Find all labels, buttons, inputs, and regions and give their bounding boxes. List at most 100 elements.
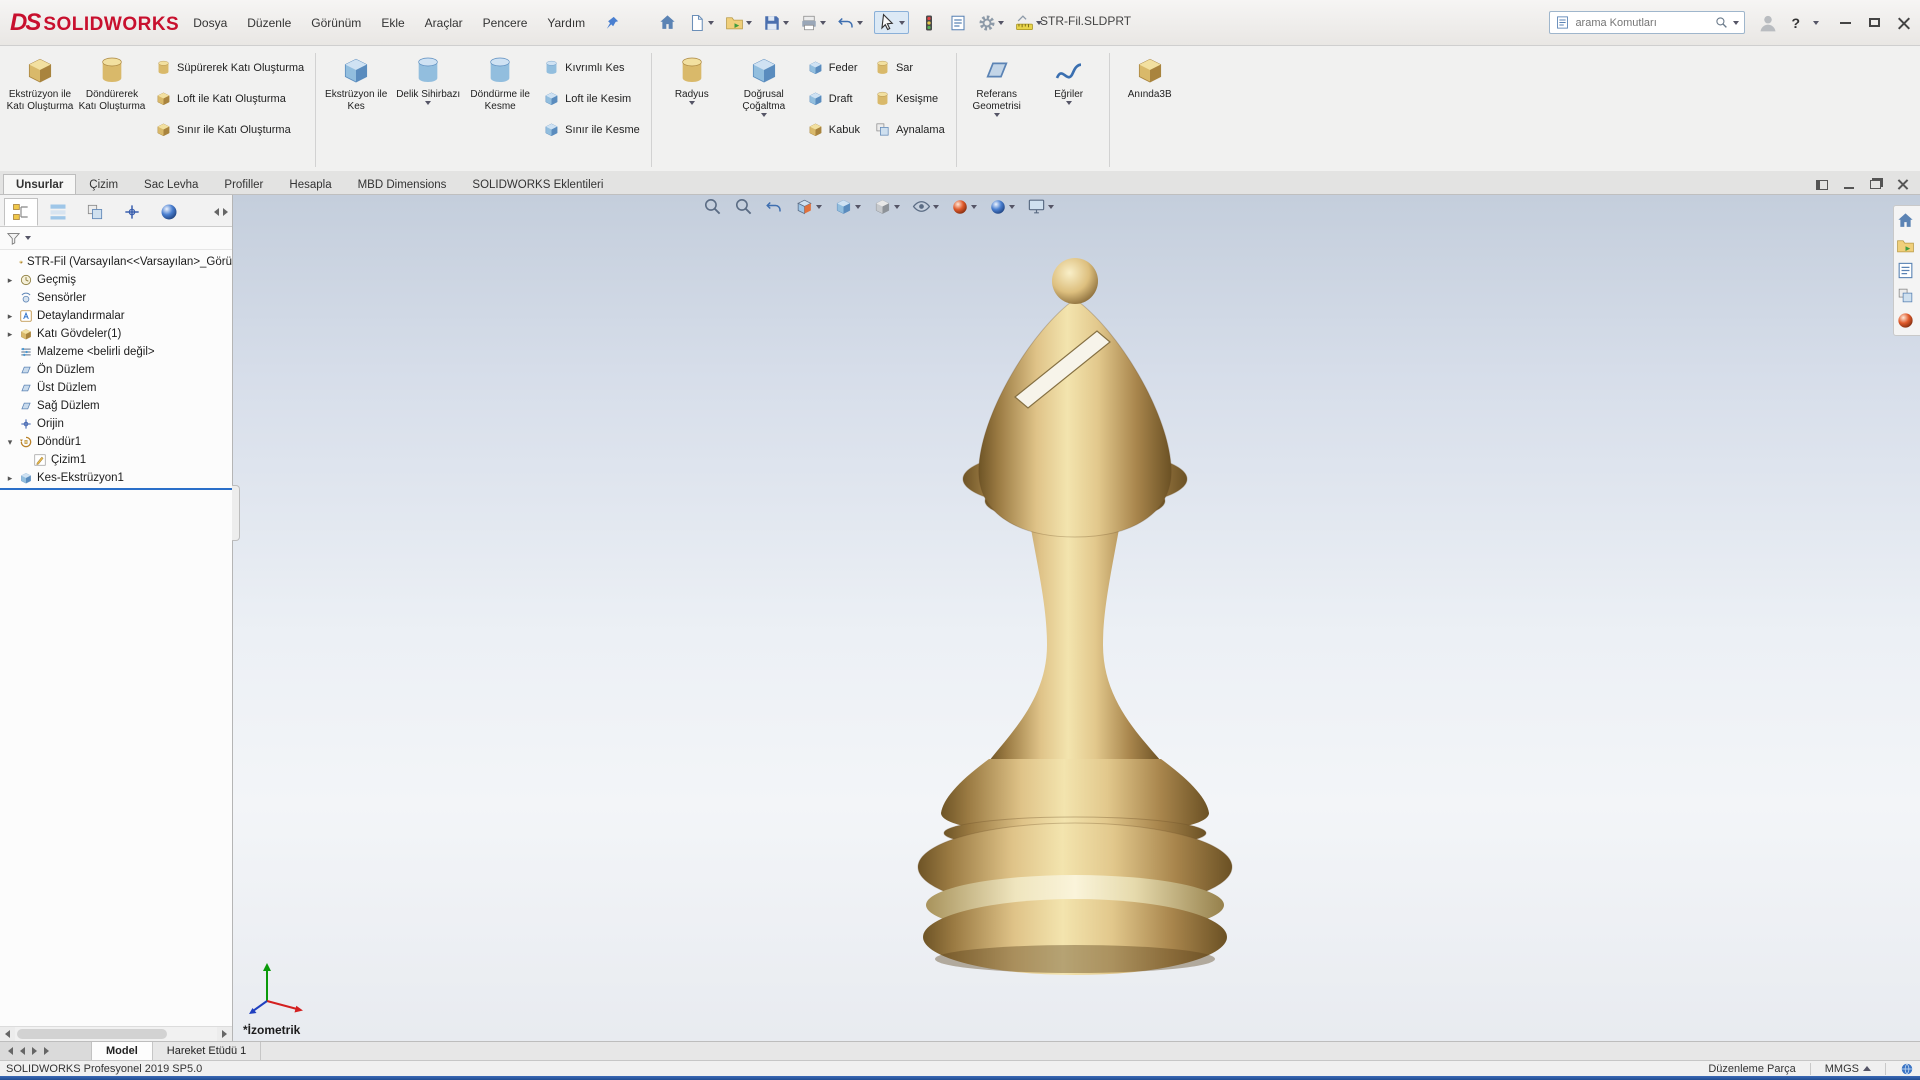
- expand-arrow-icon[interactable]: ▸: [5, 311, 15, 322]
- curves-button[interactable]: Eğriler: [1033, 49, 1105, 171]
- mirror-button[interactable]: Aynalama: [867, 114, 952, 145]
- menu-gorunum[interactable]: Görünüm: [311, 16, 361, 30]
- zoom-to-area-button[interactable]: [734, 197, 753, 216]
- tree-root-item[interactable]: STR-Fil (Varsayılan<<Varsayılan>_Görü: [0, 253, 232, 271]
- filter-funnel-icon[interactable]: [6, 231, 21, 246]
- lofted-cut-button[interactable]: Loft ile Kesim: [536, 83, 647, 114]
- expand-arrow-icon[interactable]: ▸: [5, 473, 15, 484]
- previous-tab-icon[interactable]: [20, 1047, 25, 1055]
- menu-duzenle[interactable]: Düzenle: [247, 16, 291, 30]
- minimize-document-button[interactable]: [1844, 186, 1854, 189]
- tab-sac-levha[interactable]: Sac Levha: [131, 174, 211, 194]
- save-button[interactable]: [763, 14, 790, 32]
- menu-yardim[interactable]: Yardım: [547, 16, 585, 30]
- maximize-window-button[interactable]: [1869, 18, 1880, 27]
- model-tab[interactable]: Model: [92, 1042, 153, 1060]
- tab-scroll-left-icon[interactable]: [214, 207, 219, 216]
- help-button[interactable]: ?: [1791, 15, 1800, 31]
- extruded-boss-button[interactable]: Ekstrüzyon ile Katı Oluşturma: [4, 49, 76, 171]
- expand-arrow-icon[interactable]: ▸: [5, 329, 15, 340]
- propertymanager-tab[interactable]: [41, 198, 75, 226]
- apply-scene-button[interactable]: [989, 198, 1015, 216]
- units-selector[interactable]: MMGS: [1825, 1063, 1871, 1075]
- home-button[interactable]: [658, 13, 677, 32]
- swept-boss-button[interactable]: Süpürerek Katı Oluşturma: [148, 52, 311, 83]
- close-window-button[interactable]: [1898, 17, 1910, 29]
- help-caret-icon[interactable]: [1813, 20, 1819, 25]
- file-explorer-icon[interactable]: [1896, 261, 1915, 280]
- revolved-cut-button[interactable]: Döndürme ile Kesme: [464, 49, 536, 171]
- graphics-viewport[interactable]: *İzometrik: [233, 195, 1920, 1041]
- tree-item-cut-extrude1[interactable]: ▸ Kes-Ekstrüzyon1: [0, 469, 232, 487]
- restore-document-button[interactable]: [1870, 180, 1881, 189]
- panel-splitter-handle[interactable]: [232, 485, 240, 541]
- extruded-cut-button[interactable]: Ekstrüzyon ile Kes: [320, 49, 392, 171]
- filter-caret-icon[interactable]: [25, 236, 31, 240]
- view-orientation-button[interactable]: [834, 197, 861, 216]
- motion-study-tab[interactable]: Hareket Etüdü 1: [153, 1042, 262, 1060]
- resources-home-icon[interactable]: [1896, 211, 1915, 230]
- tree-horizontal-scrollbar[interactable]: [0, 1026, 232, 1041]
- expand-arrow-icon[interactable]: ▸: [5, 275, 15, 286]
- hole-wizard-button[interactable]: Delik Sihirbazı: [392, 49, 464, 171]
- tree-item-solid-bodies[interactable]: ▸ Katı Gövdeler(1): [0, 325, 232, 343]
- display-style-button[interactable]: [873, 197, 900, 216]
- fillet-button[interactable]: Radyus: [656, 49, 728, 171]
- dock-panel-icon[interactable]: [1816, 179, 1828, 190]
- menu-pencere[interactable]: Pencere: [483, 16, 528, 30]
- search-icon[interactable]: [1715, 16, 1728, 29]
- tree-item-sketch1[interactable]: Çizim1: [0, 451, 232, 469]
- close-document-button[interactable]: [1897, 179, 1908, 190]
- scrollbar-thumb[interactable]: [17, 1029, 167, 1039]
- search-input[interactable]: [1575, 16, 1711, 29]
- hide-show-items-button[interactable]: [912, 197, 939, 216]
- tree-item-revolve1[interactable]: ▾ Döndür1: [0, 433, 232, 451]
- tree-item-sensors[interactable]: Sensörler: [0, 289, 232, 307]
- scroll-right-button[interactable]: [217, 1027, 232, 1041]
- command-search-box[interactable]: [1549, 11, 1746, 34]
- measure-button[interactable]: [1015, 13, 1043, 32]
- tree-item-annotations[interactable]: ▸ Detaylandırmalar: [0, 307, 232, 325]
- tab-profiller[interactable]: Profiller: [211, 174, 276, 194]
- options-button[interactable]: [978, 14, 1005, 32]
- appearances-scenes-icon[interactable]: [1896, 311, 1915, 330]
- tab-mbd-dimensions[interactable]: MBD Dimensions: [345, 174, 460, 194]
- displaymanager-tab[interactable]: [152, 198, 186, 226]
- globe-status-icon[interactable]: [1900, 1062, 1914, 1076]
- tab-unsurlar[interactable]: Unsurlar: [3, 174, 77, 194]
- intersect-button[interactable]: Kesişme: [867, 83, 952, 114]
- tab-solidworks-eklentileri[interactable]: SOLIDWORKS Eklentileri: [459, 174, 616, 194]
- tree-item-material[interactable]: Malzeme <belirli değil>: [0, 343, 232, 361]
- dimxpertmanager-tab[interactable]: [115, 198, 149, 226]
- previous-view-button[interactable]: [765, 198, 783, 216]
- tree-item-top-plane[interactable]: Üst Düzlem: [0, 379, 232, 397]
- last-tab-icon[interactable]: [44, 1047, 49, 1055]
- reference-geometry-button[interactable]: Referans Geometrisi: [961, 49, 1033, 171]
- expand-arrow-icon[interactable]: ▾: [5, 437, 15, 448]
- tree-item-front-plane[interactable]: Ön Düzlem: [0, 361, 232, 379]
- scroll-left-button[interactable]: [0, 1027, 15, 1041]
- swept-cut-button[interactable]: Kıvrımlı Kes: [536, 52, 647, 83]
- view-settings-button[interactable]: [1027, 197, 1054, 216]
- zoom-to-fit-button[interactable]: [703, 197, 722, 216]
- chess-bishop-model[interactable]: [903, 253, 1251, 1005]
- wrap-button[interactable]: Sar: [867, 52, 952, 83]
- print-button[interactable]: [800, 14, 827, 32]
- search-dropdown-caret-icon[interactable]: [1733, 20, 1740, 25]
- design-library-icon[interactable]: [1896, 236, 1915, 255]
- section-view-button[interactable]: [795, 197, 822, 216]
- boundary-boss-button[interactable]: Sınır ile Katı Oluşturma: [148, 114, 311, 145]
- view-palette-icon[interactable]: [1896, 286, 1915, 305]
- tree-item-origin[interactable]: Orijin: [0, 415, 232, 433]
- menu-araclar[interactable]: Araçlar: [425, 16, 463, 30]
- pin-menu-icon[interactable]: [605, 15, 620, 30]
- instant3d-button[interactable]: Anında3B: [1114, 49, 1186, 171]
- menu-ekle[interactable]: Ekle: [381, 16, 404, 30]
- edit-appearance-button[interactable]: [951, 198, 977, 216]
- boundary-cut-button[interactable]: Sınır ile Kesme: [536, 114, 647, 145]
- tab-cizim[interactable]: Çizim: [76, 174, 131, 194]
- file-properties-button[interactable]: [949, 14, 967, 32]
- draft-button[interactable]: Draft: [800, 83, 867, 114]
- open-button[interactable]: [725, 13, 753, 32]
- tab-hesapla[interactable]: Hesapla: [276, 174, 344, 194]
